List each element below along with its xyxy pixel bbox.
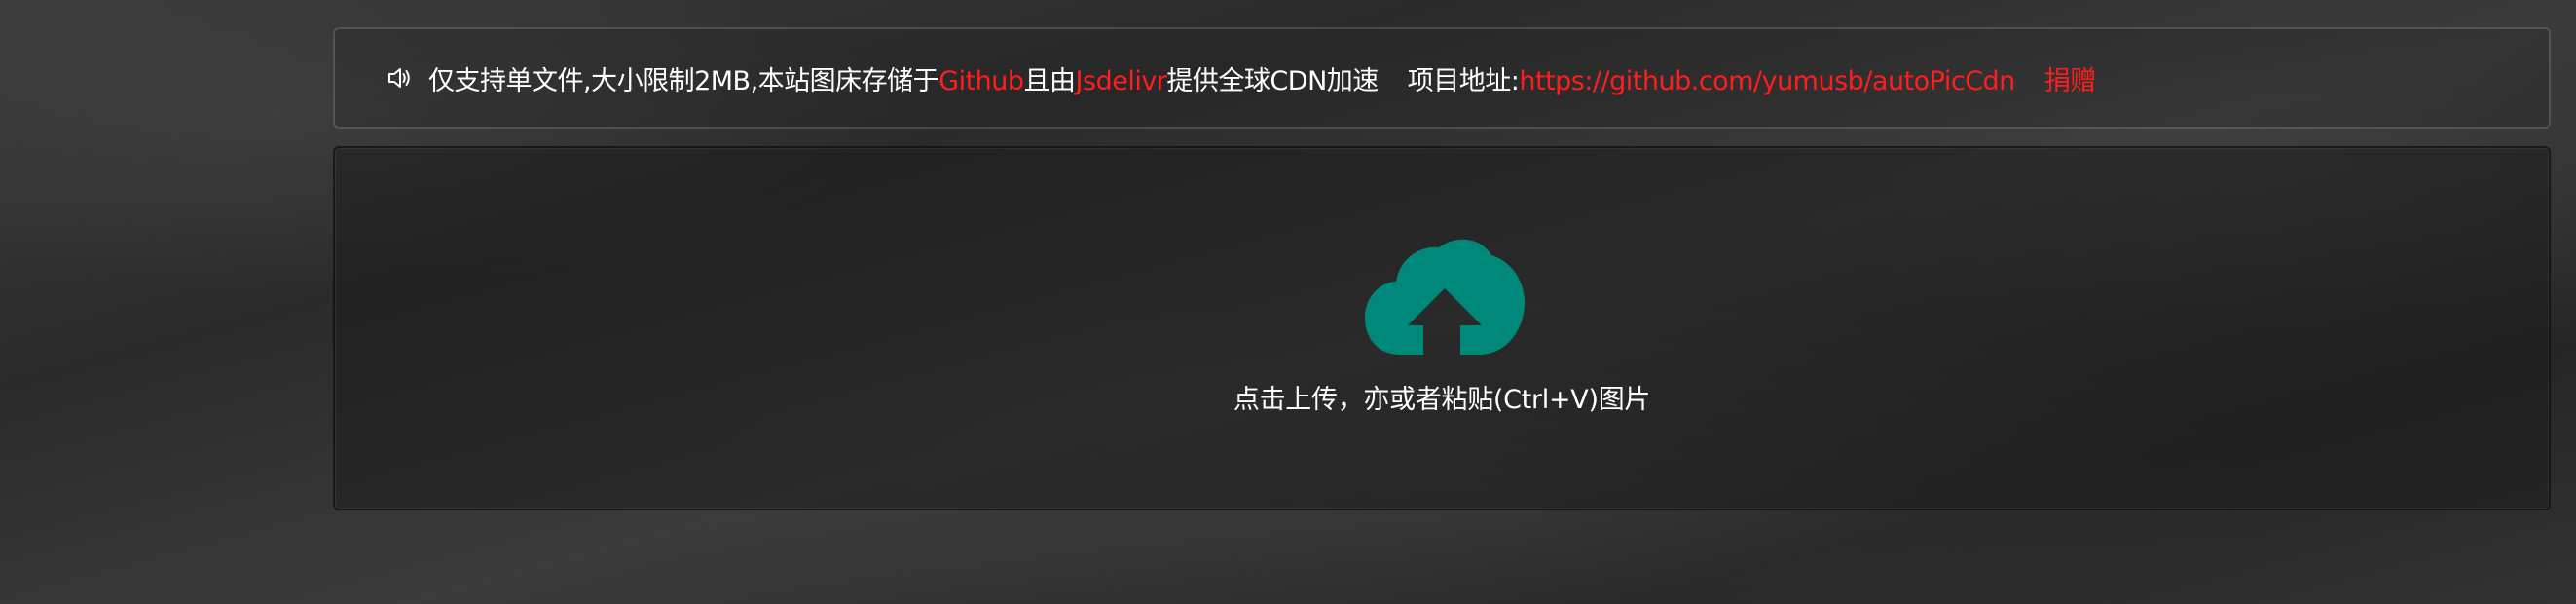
donate-link[interactable]: 捐赠 [2044,66,2097,96]
notice-bar: 仅支持单文件,大小限制2MB,本站图床存储于Github且由Jsdelivr提供… [333,27,2551,129]
notice-text-part-1: 仅支持单文件,大小限制2MB,本站图床存储于 [428,65,939,96]
github-link[interactable]: Github [938,66,1024,96]
speaker-icon [386,64,413,92]
project-address-label: 项目地址: [1407,65,1520,96]
jsdelivr-link[interactable]: Jsdelivr [1076,66,1167,96]
notice-text: 仅支持单文件,大小限制2MB,本站图床存储于Github且由Jsdelivr提供… [428,59,2096,97]
project-url-link[interactable]: https://github.com/yumusb/autoPicCdn [1519,66,2015,96]
notice-text-part-3: 提供全球CDN加速 [1166,65,1379,96]
upload-dropzone[interactable]: 点击上传，亦或者粘贴(Ctrl+V)图片 [333,146,2551,510]
cloud-upload-icon[interactable] [1365,236,1525,355]
upload-hint: 点击上传，亦或者粘贴(Ctrl+V)图片 [1233,385,1651,415]
notice-text-part-2: 且由 [1023,65,1077,96]
